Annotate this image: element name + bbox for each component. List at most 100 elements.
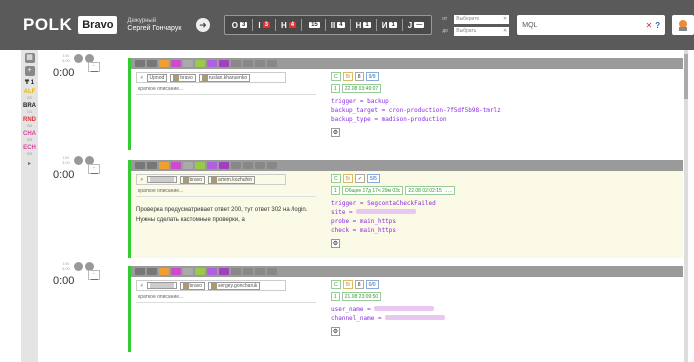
sidebar-item-3[interactable]: RND 0/0 [21, 117, 38, 128]
task-tag[interactable]: artem.kozhuhin [208, 175, 256, 184]
sidebar-item-0[interactable]: ₸ 1 [21, 79, 38, 86]
plus-icon[interactable] [74, 54, 83, 63]
select-to[interactable]: Выбрать ✕ [454, 26, 510, 36]
scrollbar[interactable] [684, 50, 688, 362]
toolbar-button-2[interactable] [159, 162, 169, 169]
app-logo[interactable]: POLK [23, 15, 72, 35]
toolbar-button-1[interactable] [147, 60, 157, 67]
status-button-1[interactable]: 5t [342, 72, 353, 81]
task-tag[interactable] [146, 176, 177, 183]
toolbar-button-9[interactable] [243, 268, 253, 275]
status-button-2[interactable]: 8 [354, 72, 364, 81]
toolbar-button-3[interactable] [171, 60, 181, 67]
toolbar-button-5[interactable] [195, 60, 205, 67]
counter-5[interactable]: H1 [356, 21, 371, 30]
toolbar-button-8[interactable] [231, 268, 241, 275]
task-tag[interactable]: sergey.goncharuk [208, 281, 261, 290]
project-name[interactable]: Bravo [78, 16, 118, 34]
counter-2[interactable]: H4 [281, 21, 297, 30]
task-tag[interactable]: bravo [179, 175, 206, 184]
sidebar-item-4[interactable]: CHA 0/0 [21, 131, 38, 142]
toolbar-button-5[interactable] [195, 162, 205, 169]
search-input[interactable]: MQL [522, 22, 537, 29]
toolbar-button-2[interactable] [159, 60, 169, 67]
toolbar-button-4[interactable] [183, 268, 193, 275]
expand-icon[interactable]: ▸ [21, 160, 38, 167]
toolbar-button-8[interactable] [231, 60, 241, 67]
toolbar-button-2[interactable] [159, 268, 169, 275]
toolbar-button-4[interactable] [183, 162, 193, 169]
logout-icon[interactable]: ➜ [195, 18, 210, 32]
select-from[interactable]: Выберите ✕ [454, 14, 510, 24]
counter-7[interactable]: J — [408, 21, 425, 30]
toolbar-button-1[interactable] [147, 268, 157, 275]
time-chip-0[interactable]: 1 [331, 84, 340, 93]
task-tag[interactable]: Upnod [146, 73, 168, 82]
task-description[interactable]: краткое описание... [136, 188, 316, 197]
task-tag[interactable]: bravo [170, 73, 196, 82]
counter-0[interactable]: O3 [232, 21, 248, 30]
toolbar-button-7[interactable] [219, 60, 229, 67]
toolbar-button-7[interactable] [219, 268, 229, 275]
status-button-3[interactable]: 0/0 [365, 280, 379, 289]
toolbar-button-8[interactable] [231, 162, 241, 169]
search-field[interactable]: MQL ✕? [517, 15, 666, 35]
time-chip-0[interactable]: 1 [331, 292, 340, 301]
help-icon[interactable]: ? [655, 21, 660, 30]
sidebar-item-1[interactable]: ALF 2/2 [21, 89, 38, 100]
status-button-2[interactable]: ✓ [354, 174, 365, 183]
sidebar-item-5[interactable]: ECH 0/0 [21, 145, 38, 156]
task-description[interactable]: краткое описание... [136, 86, 316, 95]
status-button-1[interactable]: 5t [342, 280, 353, 289]
gear-icon[interactable]: ⚙ [331, 128, 340, 137]
toolbar-button-1[interactable] [147, 162, 157, 169]
toolbar-button-10[interactable] [255, 268, 265, 275]
clear-search-icon[interactable]: ✕ [646, 21, 653, 30]
plus-icon[interactable] [74, 156, 83, 165]
toolbar-button-6[interactable] [207, 268, 217, 275]
add-icon[interactable]: + [24, 66, 35, 76]
scroll-thumb[interactable] [684, 54, 688, 99]
task-description[interactable]: краткое описание... [136, 294, 316, 303]
toolbar-button-0[interactable] [135, 268, 145, 275]
status-button-0[interactable]: C [331, 174, 341, 183]
toolbar-button-11[interactable] [267, 162, 277, 169]
avatar-menu[interactable] [672, 15, 694, 35]
counter-6[interactable]: И1 [382, 21, 397, 30]
toolbar-button-9[interactable] [243, 60, 253, 67]
counter-1[interactable]: I3 [258, 21, 270, 30]
time-chip-1[interactable]: 21.08 23:09:50 [341, 292, 382, 301]
time-chip-2[interactable]: 22.08 02:02:15 →... [405, 186, 456, 195]
toolbar-button-9[interactable] [243, 162, 253, 169]
counter-4[interactable]: II 4 [331, 21, 345, 30]
toolbar-button-0[interactable] [135, 162, 145, 169]
grid-icon[interactable]: ▦ [24, 53, 35, 63]
task-tag[interactable] [146, 282, 177, 289]
counter-3[interactable]: 15 [307, 22, 320, 28]
time-chip-0[interactable]: 1 [331, 186, 340, 195]
toolbar-button-4[interactable] [183, 60, 193, 67]
status-button-3[interactable]: 9/9 [365, 72, 379, 81]
status-button-1[interactable]: 5t [342, 174, 353, 183]
time-chip-1[interactable]: 22.08 03:49:07 [341, 84, 382, 93]
status-button-0[interactable]: C [331, 280, 341, 289]
toolbar-button-3[interactable] [171, 268, 181, 275]
status-button-2[interactable]: 8 [354, 280, 364, 289]
toolbar-button-6[interactable] [207, 162, 217, 169]
toolbar-button-7[interactable] [219, 162, 229, 169]
gear-icon[interactable]: ⚙ [331, 327, 340, 336]
sidebar-item-2[interactable]: BRA 1/1 [21, 103, 38, 114]
gear-icon[interactable]: ⚙ [331, 239, 340, 248]
toolbar-button-0[interactable] [135, 60, 145, 67]
status-button-0[interactable]: C [331, 72, 341, 81]
time-chip-1[interactable]: Общее 17д 17ч 29м 03с [341, 186, 404, 195]
plus-icon[interactable] [74, 262, 83, 271]
status-button-3[interactable]: 5/5 [367, 174, 380, 183]
task-tag[interactable]: ruslan.kharuenko [198, 73, 251, 82]
toolbar-button-5[interactable] [195, 268, 205, 275]
toolbar-button-3[interactable] [171, 162, 181, 169]
toolbar-button-11[interactable] [267, 268, 277, 275]
toolbar-button-6[interactable] [207, 60, 217, 67]
toolbar-button-11[interactable] [267, 60, 277, 67]
toolbar-button-10[interactable] [255, 60, 265, 67]
